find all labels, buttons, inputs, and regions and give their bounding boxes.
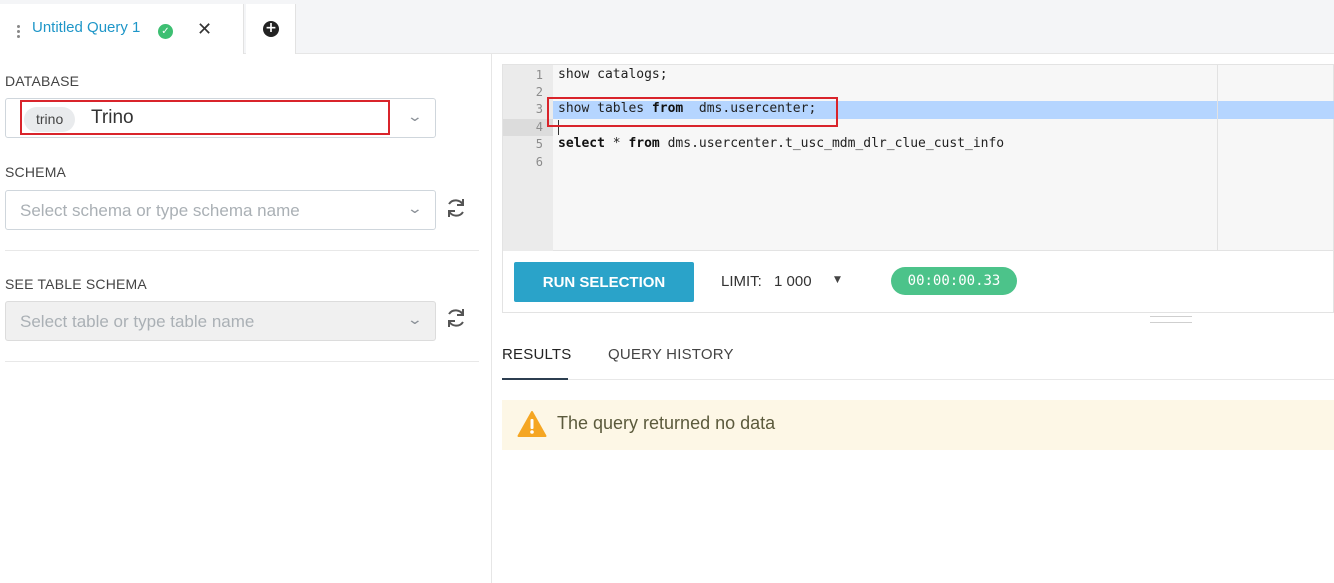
tab-query-history[interactable]: QUERY HISTORY [608,346,734,363]
alert-message: The query returned no data [557,413,776,433]
tab-results[interactable]: RESULTS [502,346,571,363]
schema-select[interactable]: Select schema or type schema name ⌄ [5,190,436,230]
query-tab-bar: Untitled Query 1 ✓ ✕ + [0,0,1334,54]
line-number: 2 [535,85,543,99]
table-select[interactable]: Select table or type table name ⌄ [5,301,436,341]
line-number: 4 [535,120,543,134]
warning-icon [517,411,547,437]
code-line-5[interactable]: select * from dms.usercenter.t_usc_mdm_d… [558,136,1004,151]
chevron-down-icon[interactable]: ⌄ [407,312,423,328]
schema-label: SCHEMA [5,164,67,180]
editor-toolbar: RUN SELECTION LIMIT: 1 000 ▼ 00:00:00.33 [502,251,1334,313]
divider [5,361,479,362]
connection-panel: DATABASE trino Trino ⌄ SCHEMA Select sch… [0,54,492,583]
table-placeholder: Select table or type table name [20,312,255,331]
plus-circle-icon[interactable]: + [263,21,279,37]
highlight-box-selection [547,97,838,127]
add-tab-button[interactable]: + [246,4,296,54]
chevron-down-icon[interactable]: ⌄ [407,201,423,217]
code-line-1[interactable]: show catalogs; [558,67,668,82]
no-data-alert: The query returned no data [502,400,1334,450]
caret-down-icon[interactable]: ▼ [834,275,841,285]
resize-handle[interactable] [1150,316,1192,323]
execution-time-badge: 00:00:00.33 [891,267,1017,295]
line-number: 5 [535,137,543,151]
limit-label: LIMIT: [721,273,762,290]
run-selection-button[interactable]: RUN SELECTION [514,262,694,302]
schema-placeholder: Select schema or type schema name [20,201,300,220]
tabs-border [502,379,1334,380]
limit-select[interactable]: 1 000 [774,273,812,290]
chevron-down-icon[interactable]: ⌄ [407,109,423,125]
divider [5,250,479,251]
table-schema-label: SEE TABLE SCHEMA [5,276,147,292]
line-number: 6 [535,155,543,169]
refresh-table-icon[interactable] [444,306,468,330]
sql-editor[interactable]: 1 2 3 4 5 6 show catalogs; show tables f… [502,64,1334,252]
active-tab-indicator [502,378,568,380]
success-check-icon: ✓ [158,24,173,39]
line-number: 1 [535,68,543,82]
tab-title[interactable]: Untitled Query 1 [32,19,140,36]
line-number: 3 [535,102,543,116]
refresh-schema-icon[interactable] [444,196,468,220]
print-margin [1217,65,1218,252]
highlight-box-database [20,100,390,135]
close-tab-icon[interactable]: ✕ [197,19,212,40]
database-label: DATABASE [5,73,80,89]
query-tab-untitled-1[interactable]: Untitled Query 1 ✓ ✕ [0,4,244,54]
drag-handle-icon[interactable] [17,25,21,39]
